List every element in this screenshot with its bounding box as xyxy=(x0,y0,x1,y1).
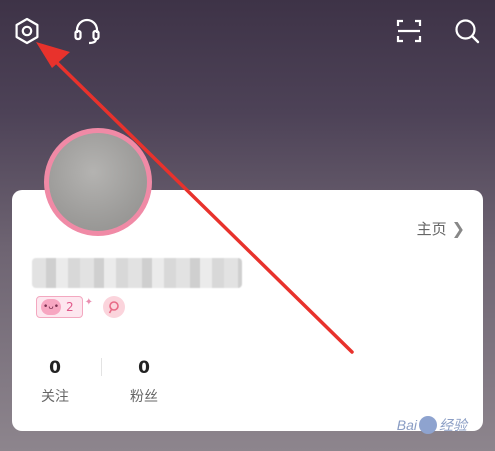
settings-icon xyxy=(15,17,39,45)
watermark-text-right: 经验 xyxy=(439,417,467,433)
fans-stat[interactable]: 0 粉丝 xyxy=(126,358,162,406)
nickname-blurred xyxy=(32,258,242,288)
level-number: 2 xyxy=(66,300,74,314)
following-count: 0 xyxy=(49,358,61,378)
level-face-icon: •ᴗ• xyxy=(41,299,61,315)
level-badge[interactable]: •ᴗ• 2 xyxy=(36,296,83,318)
badge-row: •ᴗ• 2 ✦ xyxy=(36,296,126,318)
following-label: 关注 xyxy=(41,389,69,405)
top-bar xyxy=(0,0,495,64)
customer-service-button[interactable] xyxy=(70,14,104,48)
settings-button[interactable] xyxy=(10,14,44,48)
watermark-text-left: Bai xyxy=(396,417,417,433)
search-icon xyxy=(455,19,480,44)
scan-icon xyxy=(396,19,422,43)
search-button[interactable] xyxy=(450,14,484,48)
stat-divider xyxy=(101,358,102,376)
homepage-link[interactable]: 主页 ❯ xyxy=(417,218,465,239)
scan-button[interactable] xyxy=(392,14,426,48)
sparkle-icon: ✦ xyxy=(84,296,94,308)
avatar[interactable] xyxy=(44,128,152,236)
fans-count: 0 xyxy=(138,358,150,378)
headset-icon xyxy=(74,18,100,45)
medal-icon xyxy=(108,301,119,314)
following-stat[interactable]: 0 关注 xyxy=(38,358,72,406)
chevron-right-icon: ❯ xyxy=(451,219,465,238)
medal-badge[interactable] xyxy=(103,296,126,318)
homepage-label: 主页 xyxy=(416,220,447,238)
fans-label: 粉丝 xyxy=(130,389,158,405)
baidu-watermark: Bai 经验 xyxy=(397,415,467,435)
paw-logo-icon xyxy=(419,416,437,434)
avatar-image xyxy=(49,133,147,231)
